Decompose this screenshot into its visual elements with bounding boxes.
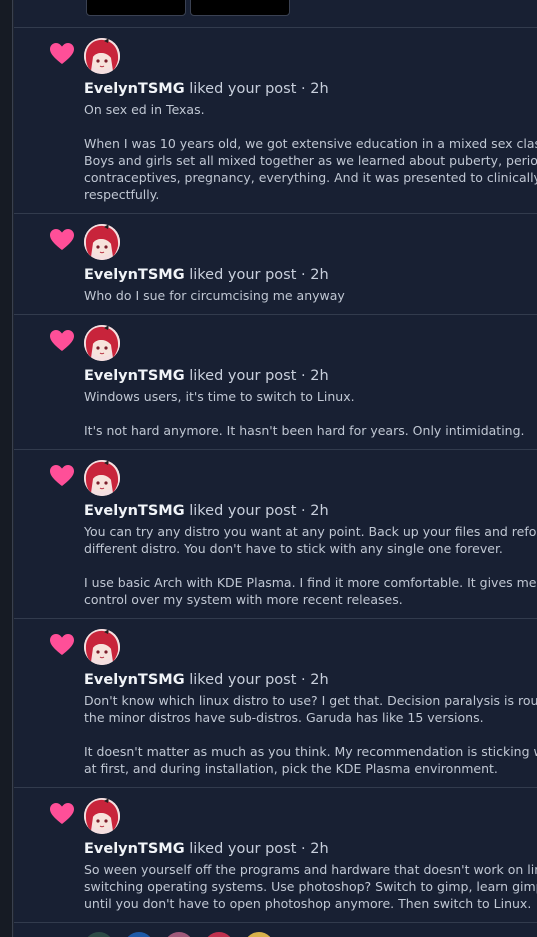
post-text-line: switching operating systems. Use photosh… — [84, 879, 537, 894]
post-text-line: On sex ed in Texas. — [84, 102, 205, 117]
post-text-line: Don't know which linux distro to use? I … — [84, 693, 537, 708]
username-link[interactable]: EvelynTSMG — [84, 841, 185, 857]
post-excerpt[interactable]: Windows users, it's time to switch to Li… — [84, 388, 537, 439]
username-link[interactable]: EvelynTSMG — [84, 368, 185, 384]
notification-header: EvelynTSMG liked your post · 2h — [84, 79, 329, 99]
action-text: liked your post — [184, 841, 297, 857]
post-text-line: at first, and during installation, pick … — [84, 761, 498, 776]
next-notification-avatars — [84, 932, 304, 937]
avatar[interactable] — [84, 629, 120, 665]
notification-header: EvelynTSMG liked your post · 2h — [84, 265, 329, 285]
avatar[interactable] — [84, 932, 114, 937]
avatar[interactable] — [124, 932, 154, 937]
avatar[interactable] — [84, 325, 120, 361]
previous-notification-media — [14, 0, 537, 28]
notification-item[interactable]: EvelynTSMG liked your post · 2h You can … — [14, 450, 537, 619]
post-text-line: You can try any distro you want at any p… — [84, 524, 537, 539]
avatar[interactable] — [84, 224, 120, 260]
avatar[interactable] — [164, 932, 194, 937]
notification-item[interactable]: EvelynTSMG liked your post · 2h Who do I… — [14, 214, 537, 315]
timestamp[interactable]: · 2h — [296, 672, 329, 688]
action-text: liked your post — [184, 368, 297, 384]
heart-icon — [50, 43, 74, 64]
post-text-line: So ween yourself off the programs and ha… — [84, 862, 537, 877]
post-text-line: control over my system with more recent … — [84, 592, 403, 607]
avatar[interactable] — [84, 460, 120, 496]
post-text-line: Windows users, it's time to switch to Li… — [84, 389, 355, 404]
heart-icon — [50, 634, 74, 655]
notification-header: EvelynTSMG liked your post · 2h — [84, 501, 329, 521]
avatar[interactable] — [244, 932, 274, 937]
post-excerpt[interactable]: Don't know which linux distro to use? I … — [84, 692, 537, 777]
timestamp[interactable]: · 2h — [296, 503, 329, 519]
username-link[interactable]: EvelynTSMG — [84, 672, 185, 688]
post-text-line: until you don't have to open photoshop a… — [84, 896, 532, 911]
post-text-line: When I was 10 years old, we got extensiv… — [84, 136, 537, 151]
action-text: liked your post — [184, 503, 297, 519]
notification-header: EvelynTSMG liked your post · 2h — [84, 670, 329, 690]
notification-header: EvelynTSMG liked your post · 2h — [84, 366, 329, 386]
username-link[interactable]: EvelynTSMG — [84, 503, 185, 519]
timestamp[interactable]: · 2h — [296, 368, 329, 384]
post-text-line: It's not hard anymore. It hasn't been ha… — [84, 423, 525, 438]
avatar[interactable] — [84, 38, 120, 74]
post-text-line: It doesn't matter as much as you think. … — [84, 744, 537, 759]
avatar[interactable] — [204, 932, 234, 937]
username-link[interactable]: EvelynTSMG — [84, 267, 185, 283]
notification-header: EvelynTSMG liked your post · 2h — [84, 839, 329, 859]
post-text-line: Who do I sue for circumcising me anyway — [84, 288, 345, 303]
left-rail — [0, 0, 13, 937]
post-text-line: Boys and girls set all mixed together as… — [84, 153, 537, 168]
heart-icon — [50, 330, 74, 351]
post-text-line: respectfully. — [84, 187, 160, 202]
post-excerpt[interactable]: You can try any distro you want at any p… — [84, 523, 537, 608]
timestamp[interactable]: · 2h — [296, 841, 329, 857]
action-text: liked your post — [184, 81, 297, 97]
avatar[interactable] — [84, 798, 120, 834]
username-link[interactable]: EvelynTSMG — [84, 81, 185, 97]
post-text-line: I use basic Arch with KDE Plasma. I find… — [84, 575, 537, 590]
post-text-line: contraceptives, pregnancy, everything. A… — [84, 170, 537, 185]
action-text: liked your post — [184, 672, 297, 688]
media-thumbnail[interactable] — [86, 0, 186, 16]
post-text-line: different distro. You don't have to stic… — [84, 541, 503, 556]
heart-icon — [50, 465, 74, 486]
notification-item[interactable]: EvelynTSMG liked your post · 2h On sex e… — [14, 28, 537, 214]
notification-item[interactable]: EvelynTSMG liked your post · 2h Don't kn… — [14, 619, 537, 788]
action-text: liked your post — [184, 267, 297, 283]
notification-item[interactable]: EvelynTSMG liked your post · 2h So ween … — [14, 788, 537, 923]
notification-item[interactable]: EvelynTSMG liked your post · 2h Windows … — [14, 315, 537, 450]
post-text-line: the minor distros have sub-distros. Garu… — [84, 710, 484, 725]
post-excerpt[interactable]: So ween yourself off the programs and ha… — [84, 861, 537, 912]
post-excerpt[interactable]: Who do I sue for circumcising me anyway — [84, 287, 537, 304]
notification-feed[interactable]: EvelynTSMG liked your post · 2h On sex e… — [14, 0, 537, 937]
post-excerpt[interactable]: On sex ed in Texas. When I was 10 years o… — [84, 101, 537, 203]
timestamp[interactable]: · 2h — [296, 81, 329, 97]
heart-icon — [50, 803, 74, 824]
media-thumbnail[interactable] — [190, 0, 290, 16]
heart-icon — [50, 229, 74, 250]
timestamp[interactable]: · 2h — [296, 267, 329, 283]
